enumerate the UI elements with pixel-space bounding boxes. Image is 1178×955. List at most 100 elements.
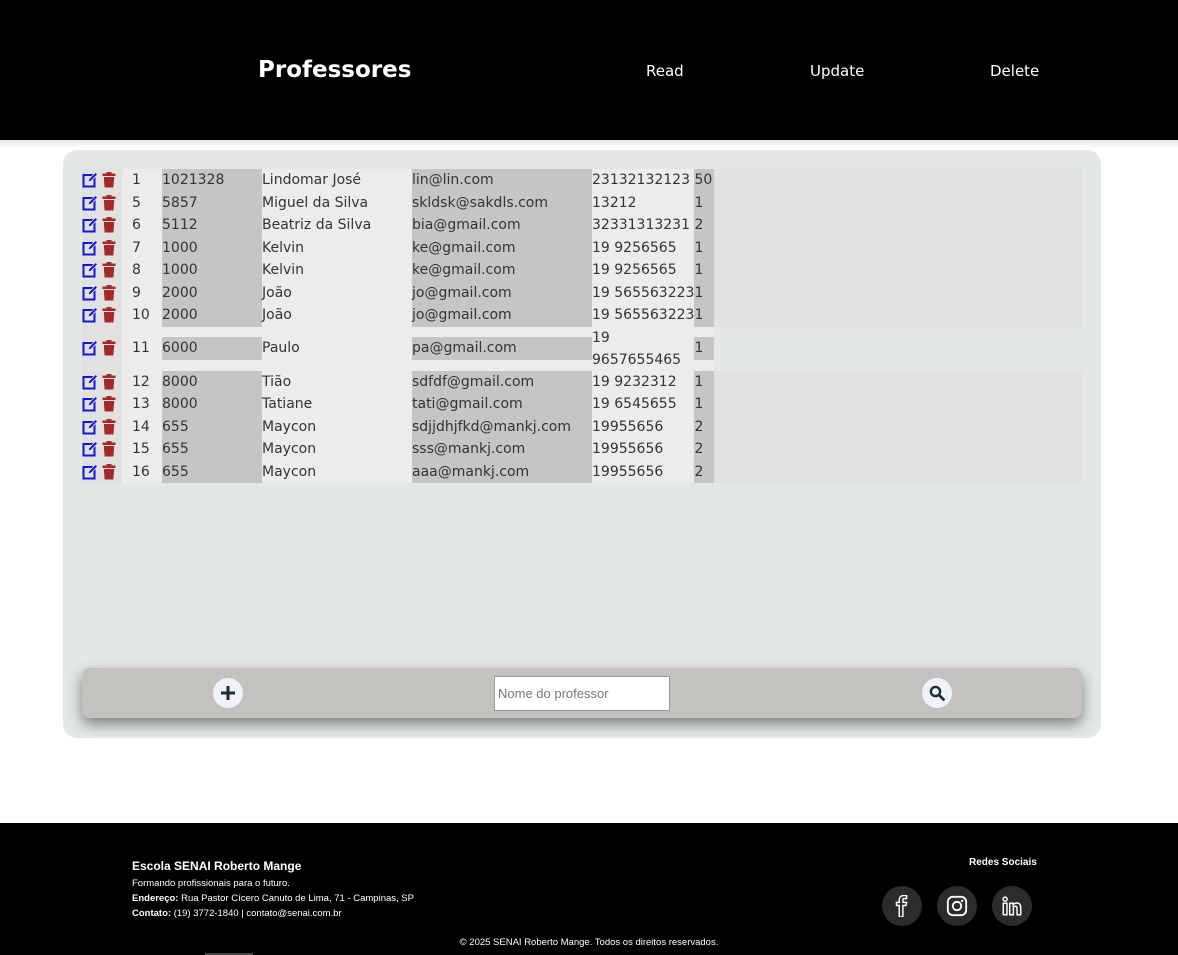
cell-nome-text: Paulo bbox=[262, 340, 300, 357]
row-actions bbox=[82, 415, 122, 438]
cell-email-text: jo@gmail.com bbox=[412, 307, 512, 323]
trash-icon[interactable] bbox=[102, 307, 116, 323]
cell-n: 1 bbox=[694, 191, 715, 214]
cell-email: jo@gmail.com bbox=[412, 304, 592, 327]
trash-icon[interactable] bbox=[102, 239, 116, 256]
nav-read-link[interactable]: Read bbox=[646, 62, 684, 80]
cell-n: 1 bbox=[694, 236, 715, 259]
trash-icon[interactable] bbox=[102, 262, 116, 278]
page-title: Professores bbox=[258, 57, 412, 83]
row-actions bbox=[82, 393, 122, 416]
cell-n: 2 bbox=[694, 415, 715, 438]
cell-id-text: 8 bbox=[132, 262, 141, 278]
cell-n: 1 bbox=[694, 326, 715, 371]
edit-icon[interactable] bbox=[82, 239, 99, 256]
edit-icon[interactable] bbox=[82, 373, 99, 390]
cell-telefone-text: 19 565563223 bbox=[592, 284, 695, 301]
cell-n-text: 1 bbox=[694, 307, 704, 323]
row-actions bbox=[82, 326, 122, 371]
edit-icon[interactable] bbox=[82, 171, 99, 188]
row-filler bbox=[714, 214, 1082, 237]
cell-email-text: jo@gmail.com bbox=[412, 284, 512, 301]
trash-icon[interactable] bbox=[102, 340, 116, 356]
cell-email-text: ke@gmail.com bbox=[412, 239, 516, 256]
instagram-icon bbox=[946, 895, 968, 917]
trash-icon[interactable] bbox=[102, 418, 116, 435]
edit-icon[interactable] bbox=[82, 418, 99, 435]
edit-icon[interactable] bbox=[82, 306, 99, 323]
trash-icon[interactable] bbox=[102, 441, 116, 457]
facebook-icon bbox=[895, 895, 908, 917]
cell-id-text: 12 bbox=[132, 373, 150, 390]
table-row: 14 655 Maycon sdjjdhjfkd@mankj.com 19955656 2 bbox=[82, 415, 1082, 438]
cell-nome: Kelvin bbox=[262, 236, 412, 259]
site-footer: Escola SENAI Roberto Mange Formando prof… bbox=[0, 823, 1178, 955]
edit-icon[interactable] bbox=[82, 194, 99, 211]
cell-email: bia@gmail.com bbox=[412, 214, 592, 237]
cell-telefone: 23132132123 bbox=[592, 169, 695, 192]
edit-icon[interactable] bbox=[82, 440, 99, 457]
edit-icon[interactable] bbox=[82, 340, 99, 356]
row-filler bbox=[714, 415, 1082, 438]
cell-id-text: 16 bbox=[132, 463, 150, 480]
plus-icon bbox=[221, 686, 235, 700]
row-actions bbox=[82, 191, 122, 214]
linkedin-link[interactable] bbox=[992, 886, 1032, 926]
cell-nome-text: Lindomar José bbox=[262, 172, 362, 188]
footer-address-value: Rua Pastor Cícero Canuto de Lima, 71 - C… bbox=[181, 893, 414, 904]
cell-n-text: 1 bbox=[694, 239, 704, 256]
instagram-link[interactable] bbox=[937, 886, 977, 926]
trash-icon[interactable] bbox=[102, 284, 116, 301]
trash-icon[interactable] bbox=[102, 463, 116, 480]
trash-icon[interactable] bbox=[102, 194, 116, 211]
cell-telefone-text: 19955656 bbox=[592, 463, 664, 480]
cell-n: 2 bbox=[694, 460, 715, 483]
edit-icon[interactable] bbox=[82, 395, 99, 412]
cell-codigo: 655 bbox=[162, 438, 262, 461]
edit-icon[interactable] bbox=[82, 463, 99, 480]
trash-icon[interactable] bbox=[102, 172, 116, 188]
professor-name-input[interactable] bbox=[494, 676, 670, 711]
trash-icon[interactable] bbox=[102, 396, 116, 412]
edit-icon[interactable] bbox=[82, 284, 99, 301]
cell-nome-text: Maycon bbox=[262, 418, 317, 435]
cell-email: sdjjdhjfkd@mankj.com bbox=[412, 415, 592, 438]
cell-nome: Tatiane bbox=[262, 393, 412, 416]
table-row: 15 655 Maycon sss@mankj.com 19955656 2 bbox=[82, 438, 1082, 461]
footer-school-name: Escola SENAI Roberto Mange bbox=[132, 859, 302, 873]
cell-id-text: 11 bbox=[132, 340, 150, 357]
row-actions bbox=[82, 460, 122, 483]
cell-codigo: 1000 bbox=[162, 236, 262, 259]
cell-id: 5 bbox=[122, 191, 162, 214]
table-row: 8 1000 Kelvin ke@gmail.com 19 9256565 1 bbox=[82, 259, 1082, 282]
table-row: 10 2000 João jo@gmail.com 19 565563223 1 bbox=[82, 304, 1082, 327]
cell-telefone-text: 19 565563223 bbox=[592, 307, 695, 323]
edit-icon[interactable] bbox=[82, 216, 99, 233]
cell-codigo: 6000 bbox=[162, 326, 262, 371]
cell-nome-text: Tatiane bbox=[262, 396, 313, 412]
nav-delete-link[interactable]: Delete bbox=[990, 62, 1039, 80]
cell-email: jo@gmail.com bbox=[412, 281, 592, 304]
cell-id: 15 bbox=[122, 438, 162, 461]
table-row: 16 655 Maycon aaa@mankj.com 19955656 2 bbox=[82, 460, 1082, 483]
facebook-link[interactable] bbox=[882, 886, 922, 926]
cell-id: 16 bbox=[122, 460, 162, 483]
row-filler bbox=[714, 393, 1082, 416]
cell-id: 11 bbox=[122, 326, 162, 371]
cell-nome: João bbox=[262, 281, 412, 304]
trash-icon[interactable] bbox=[102, 217, 116, 233]
search-button[interactable] bbox=[922, 678, 952, 708]
edit-icon[interactable] bbox=[82, 261, 99, 278]
cell-email-text: pa@gmail.com bbox=[412, 337, 592, 360]
row-filler bbox=[714, 191, 1082, 214]
cell-email: ke@gmail.com bbox=[412, 236, 592, 259]
cell-nome: Maycon bbox=[262, 460, 412, 483]
add-professor-button[interactable] bbox=[213, 678, 243, 708]
cell-nome-text: Miguel da Silva bbox=[262, 194, 369, 211]
footer-contact-value: (19) 3772-1840 | contato@senai.com.br bbox=[173, 908, 342, 919]
cell-n-text: 1 bbox=[694, 194, 704, 211]
nav-update-link[interactable]: Update bbox=[810, 62, 864, 80]
trash-icon[interactable] bbox=[102, 373, 116, 390]
cell-email: tati@gmail.com bbox=[412, 393, 592, 416]
row-actions bbox=[82, 370, 122, 393]
